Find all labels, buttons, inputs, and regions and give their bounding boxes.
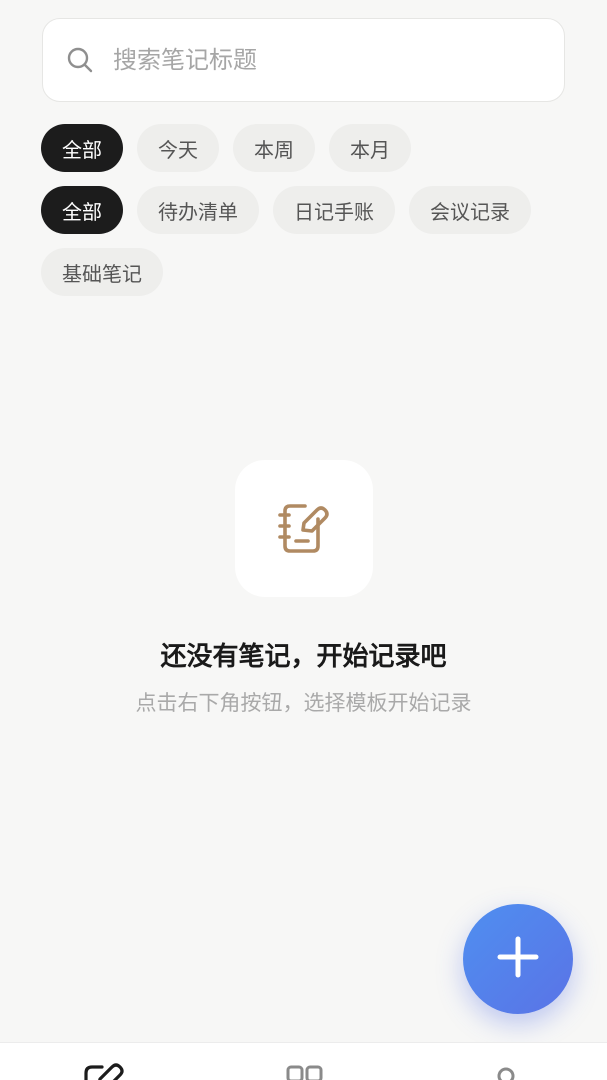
empty-state-icon-box [235, 460, 373, 597]
notes-tab-icon [80, 1063, 124, 1080]
tab-templates[interactable] [279, 1063, 329, 1080]
type-filter-all[interactable]: 全部 [41, 186, 123, 234]
time-filter-week[interactable]: 本周 [233, 124, 315, 172]
templates-tab-icon [284, 1063, 324, 1080]
time-filter-month[interactable]: 本月 [329, 124, 411, 172]
add-note-button[interactable] [463, 904, 573, 1014]
tab-profile[interactable] [481, 1063, 531, 1080]
profile-tab-icon [486, 1063, 526, 1080]
search-bar[interactable] [42, 18, 565, 102]
type-filter-todo[interactable]: 待办清单 [137, 186, 259, 234]
time-filter-row: 全部 今天 本周 本月 [41, 124, 571, 172]
empty-state-subtitle: 点击右下角按钮，选择模板开始记录 [135, 691, 472, 715]
search-icon [65, 45, 95, 75]
type-filter-meeting[interactable]: 会议记录 [409, 186, 531, 234]
time-filter-all[interactable]: 全部 [41, 124, 123, 172]
search-input[interactable] [113, 46, 533, 74]
time-filter-today[interactable]: 今天 [137, 124, 219, 172]
notes-screen: 全部 今天 本周 本月 全部 待办清单 日记手账 会议记录 基础笔记 还没有笔记… [0, 0, 607, 1080]
empty-state-title: 还没有笔记，开始记录吧 [160, 642, 447, 672]
type-filter-diary[interactable]: 日记手账 [273, 186, 395, 234]
bottom-tab-bar [0, 1042, 607, 1080]
type-filter-basic[interactable]: 基础笔记 [41, 248, 163, 296]
type-filter-row: 全部 待办清单 日记手账 会议记录 基础笔记 [41, 186, 571, 296]
tab-notes[interactable] [77, 1063, 127, 1080]
notebook-edit-icon [274, 497, 334, 561]
plus-icon [496, 935, 540, 983]
